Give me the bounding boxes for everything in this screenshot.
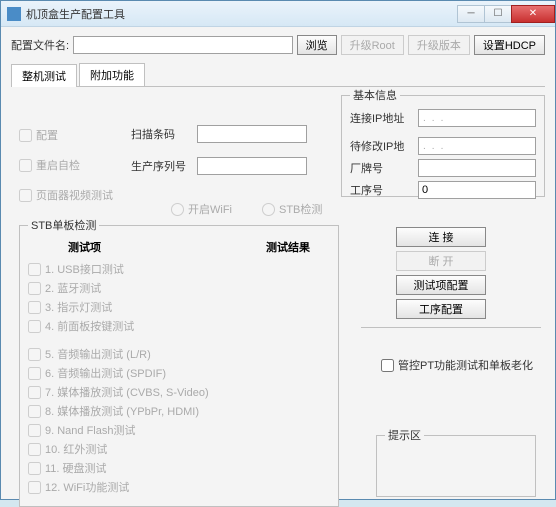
titlebar: 机顶盒生产配置工具 ─ ☐ ✕ (1, 1, 555, 27)
chk-page-video-test[interactable]: 页面器视频测试 (19, 187, 113, 203)
station-config-button[interactable]: 工序配置 (396, 299, 486, 319)
divider (361, 327, 541, 328)
hint-legend: 提示区 (385, 427, 424, 443)
station-input[interactable] (418, 181, 536, 199)
stb-item-1[interactable]: 1. USB接口测试 (28, 261, 330, 277)
stb-item-4[interactable]: 4. 前面板按键测试 (28, 318, 330, 334)
basic-info-legend: 基本信息 (350, 87, 400, 103)
maximize-button[interactable]: ☐ (484, 5, 512, 23)
close-button[interactable]: ✕ (511, 5, 555, 23)
app-icon (7, 7, 21, 21)
factory-input[interactable] (418, 159, 536, 177)
radio-stb-detect[interactable]: STB检测 (262, 201, 322, 217)
stb-item-2[interactable]: 2. 蓝牙测试 (28, 280, 330, 296)
chk-reboot-selftest[interactable]: 重启自检 (19, 157, 113, 173)
stb-item-10[interactable]: 10. 红外测试 (28, 441, 330, 457)
disconnect-button: 断 开 (396, 251, 486, 271)
sn-label: 生产序列号 (131, 158, 191, 174)
set-hdcp-button[interactable]: 设置HDCP (474, 35, 545, 55)
stb-col-test: 测试项 (68, 239, 101, 255)
chk-ctrl-pt[interactable]: 管控PT功能测试和单板老化 (381, 357, 533, 373)
connect-button[interactable]: 连 接 (396, 227, 486, 247)
stb-item-11[interactable]: 11. 硬盘测试 (28, 460, 330, 476)
stb-item-6[interactable]: 6. 音频输出测试 (SPDIF) (28, 365, 330, 381)
ip-label: 连接IP地址 (350, 110, 412, 126)
stb-group: STB单板检测 测试项 测试结果 1. USB接口测试 2. 蓝牙测试 3. 指… (19, 217, 339, 507)
upgrade-root-button: 升级Root (341, 35, 404, 55)
barcode-label: 扫描条码 (131, 126, 191, 142)
tab-addon[interactable]: 附加功能 (79, 63, 145, 86)
browse-button[interactable]: 浏览 (297, 35, 337, 55)
barcode-input[interactable] (197, 125, 307, 143)
config-file-input[interactable] (73, 36, 293, 54)
chk-config[interactable]: 配置 (19, 127, 113, 143)
tab-full-test[interactable]: 整机测试 (11, 64, 77, 87)
stb-item-9[interactable]: 9. Nand Flash测试 (28, 422, 330, 438)
stb-item-8[interactable]: 8. 媒体播放测试 (YPbPr, HDMI) (28, 403, 330, 419)
window-title: 机顶盒生产配置工具 (26, 6, 458, 22)
radio-open-wifi[interactable]: 开启WiFi (171, 201, 232, 217)
station-label: 工序号 (350, 182, 412, 198)
upgrade-version-button: 升级版本 (408, 35, 470, 55)
stb-item-3[interactable]: 3. 指示灯测试 (28, 299, 330, 315)
mod-ip-input[interactable]: ... (418, 137, 536, 155)
ip-input[interactable]: ... (418, 109, 536, 127)
sn-input[interactable] (197, 157, 307, 175)
stb-item-5[interactable]: 5. 音频输出测试 (L/R) (28, 346, 330, 362)
minimize-button[interactable]: ─ (457, 5, 485, 23)
factory-label: 厂牌号 (350, 160, 412, 176)
test-item-config-button[interactable]: 测试项配置 (396, 275, 486, 295)
config-file-label: 配置文件名: (11, 37, 69, 53)
stb-item-7[interactable]: 7. 媒体播放测试 (CVBS, S-Video) (28, 384, 330, 400)
mod-ip-label: 待修改IP地 (350, 138, 412, 154)
stb-item-12[interactable]: 12. WiFi功能测试 (28, 479, 330, 495)
basic-info-group: 基本信息 连接IP地址 ... 待修改IP地 ... 厂牌号 工序号 (341, 87, 545, 197)
stb-col-result: 测试结果 (266, 239, 310, 255)
tab-bar: 整机测试 附加功能 (11, 63, 545, 87)
hint-group: 提示区 (376, 427, 536, 497)
stb-legend: STB单板检测 (28, 217, 99, 233)
